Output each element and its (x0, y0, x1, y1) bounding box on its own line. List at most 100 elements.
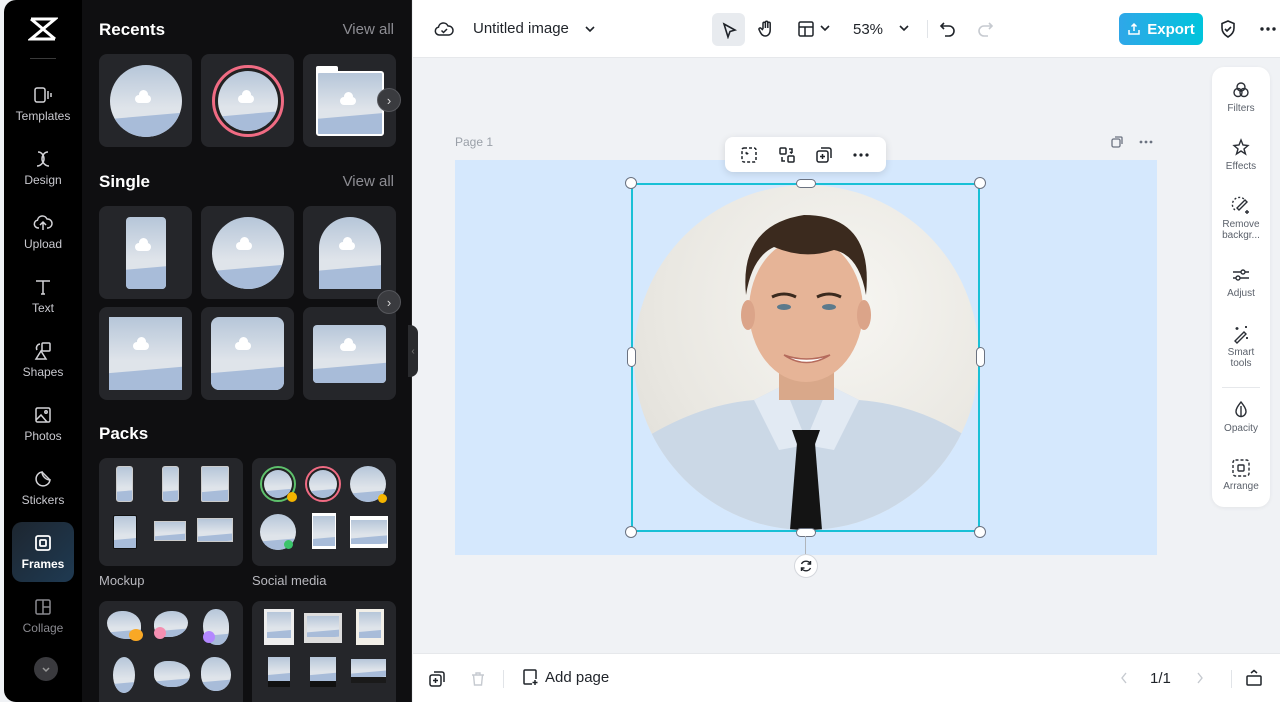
tool-smart-tools[interactable]: Smart tools (1212, 324, 1270, 369)
arch-frame-preview (318, 216, 381, 289)
add-page-icon (523, 669, 538, 685)
square-frame-preview (109, 317, 182, 390)
panel-collapse-handle[interactable]: ‹ (408, 325, 418, 377)
rotate-handle[interactable] (794, 554, 818, 578)
resize-handle-left[interactable] (627, 347, 636, 367)
frame-thumbnail[interactable] (201, 307, 294, 400)
recents-next-button[interactable]: › (377, 88, 401, 112)
document-title[interactable]: Untitled image (473, 20, 569, 37)
duplicate-page-button[interactable] (1108, 133, 1126, 151)
tool-label: Filters (1227, 103, 1255, 114)
page-label: Page 1 (455, 135, 494, 149)
rail-item-upload[interactable]: Upload (12, 202, 74, 262)
resize-handle-top[interactable] (796, 179, 816, 188)
resize-handle-right[interactable] (976, 347, 985, 367)
rail-item-stickers[interactable]: Stickers (12, 458, 74, 518)
rail-item-collage[interactable]: Collage (12, 586, 74, 646)
add-page-button[interactable]: Add page (521, 668, 609, 686)
title-dropdown-chevron-icon[interactable] (581, 20, 599, 38)
resize-handle-bottom[interactable] (796, 528, 816, 537)
tool-effects[interactable]: Effects (1212, 138, 1270, 172)
single-view-all-link[interactable]: View all (343, 173, 394, 190)
rail-label: Photos (24, 429, 62, 443)
rail-item-shapes[interactable]: Shapes (12, 330, 74, 390)
pack-polaroid[interactable] (252, 601, 396, 702)
delete-page-button[interactable] (468, 669, 488, 689)
frame-thumbnail[interactable] (201, 54, 294, 147)
tool-filters[interactable]: Filters (1212, 80, 1270, 114)
tool-label: Adjust (1227, 288, 1255, 299)
redo-button[interactable] (975, 19, 995, 39)
next-page-button[interactable] (1192, 670, 1208, 686)
stickers-icon (35, 471, 51, 487)
replace-image-button[interactable] (739, 145, 759, 165)
rail-label: Upload (23, 237, 63, 251)
page-indicator: 1/1 (1150, 670, 1171, 687)
frame-thumbnail[interactable] (303, 206, 396, 299)
layout-chevron-icon[interactable] (818, 21, 832, 35)
tool-adjust[interactable]: Adjust (1212, 265, 1270, 299)
magic-wand-icon (1234, 326, 1248, 344)
hand-tool-button[interactable] (755, 18, 777, 40)
single-next-button[interactable]: › (377, 290, 401, 314)
rail-item-templates[interactable]: Templates (12, 74, 74, 134)
previous-page-button[interactable] (1116, 670, 1132, 686)
frame-thumbnail[interactable] (99, 206, 192, 299)
recents-view-all-link[interactable]: View all (343, 21, 394, 38)
rail-item-design[interactable]: Design (12, 138, 74, 198)
export-button[interactable]: Export (1119, 13, 1203, 45)
templates-icon (34, 87, 52, 103)
swap-button[interactable] (777, 145, 797, 165)
frame-thumbnail[interactable] (99, 307, 192, 400)
remove-background-icon (1231, 196, 1249, 214)
pack-mockup[interactable] (99, 458, 243, 566)
section-title-recents: Recents (99, 20, 166, 39)
landscape-frame-preview (313, 324, 386, 383)
select-tool-button[interactable] (712, 13, 745, 46)
frame-thumbnail[interactable] (303, 307, 396, 400)
zoom-chevron-icon[interactable] (897, 21, 911, 35)
tool-label: Smart tools (1227, 347, 1255, 369)
frame-thumbnail[interactable] (201, 206, 294, 299)
zoom-level[interactable]: 53% (853, 21, 883, 38)
pointer-icon (722, 21, 737, 39)
rail-item-text[interactable]: Text (12, 266, 74, 326)
more-horizontal-icon (1260, 27, 1276, 31)
resize-handle-bottom-right[interactable] (974, 526, 986, 538)
resize-handle-top-right[interactable] (974, 177, 986, 189)
rail-more-button[interactable] (34, 657, 58, 681)
resize-handle-top-left[interactable] (625, 177, 637, 189)
more-options-button[interactable] (1257, 18, 1279, 40)
photos-icon (35, 407, 51, 423)
pack-social-media[interactable] (252, 458, 396, 566)
frame-thumbnail[interactable] (99, 54, 192, 147)
tool-opacity[interactable]: Opacity (1212, 400, 1270, 434)
pack-blobs[interactable] (99, 601, 243, 702)
tool-arrange[interactable]: Arrange (1212, 458, 1270, 492)
tool-label: Remove backgr... (1222, 219, 1260, 241)
selection-more-button[interactable] (851, 145, 871, 165)
redo-icon (978, 22, 994, 37)
rail-item-frames[interactable]: Frames (12, 522, 74, 582)
layout-tool-button[interactable] (795, 18, 817, 40)
undo-button[interactable] (938, 19, 958, 39)
duplicate-page-bottom-button[interactable] (427, 669, 447, 689)
bottom-bar: Add page 1/1 (413, 653, 1280, 702)
tool-remove-background[interactable]: Remove backgr... (1212, 196, 1270, 241)
swap-icon (779, 147, 795, 163)
shield-button[interactable] (1217, 18, 1239, 40)
selection-toolbar (725, 137, 886, 172)
duplicate-icon (816, 147, 832, 163)
design-icon (36, 151, 50, 167)
page-more-button[interactable] (1137, 133, 1155, 151)
rail-label: Stickers (21, 493, 65, 507)
rounded-frame-preview (211, 317, 284, 390)
rail-item-photos[interactable]: Photos (12, 394, 74, 454)
duplicate-button[interactable] (814, 145, 834, 165)
divider (1231, 670, 1232, 688)
cloud-saved-icon[interactable] (433, 18, 455, 40)
resize-handle-bottom-left[interactable] (625, 526, 637, 538)
tool-label: Opacity (1224, 423, 1258, 434)
expand-pages-button[interactable] (1244, 668, 1264, 688)
shapes-icon (34, 342, 51, 360)
